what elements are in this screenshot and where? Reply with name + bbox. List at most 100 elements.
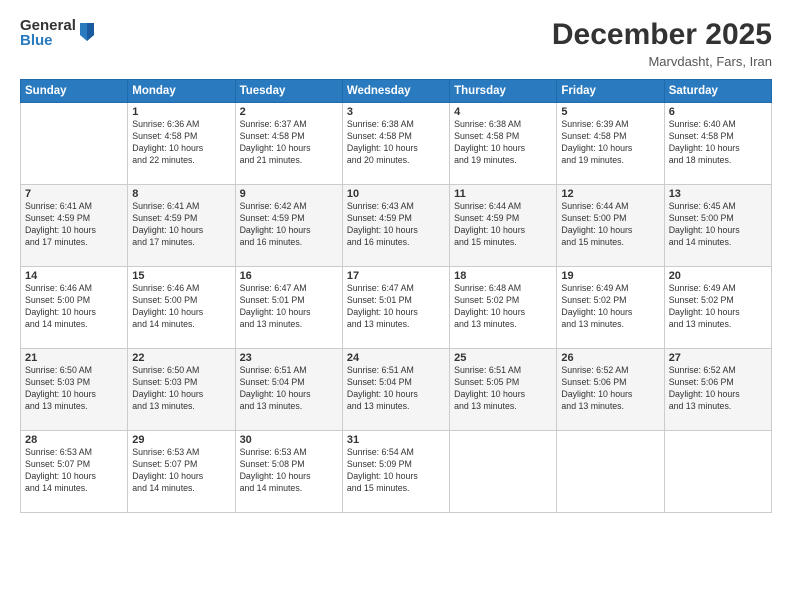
day-info: Sunrise: 6:49 AM Sunset: 5:02 PM Dayligh… xyxy=(669,283,767,331)
header-thursday: Thursday xyxy=(450,80,557,103)
day-number: 11 xyxy=(454,188,552,200)
day-number: 21 xyxy=(25,352,123,364)
day-info: Sunrise: 6:53 AM Sunset: 5:08 PM Dayligh… xyxy=(240,447,338,495)
calendar-cell: 25Sunrise: 6:51 AM Sunset: 5:05 PM Dayli… xyxy=(450,349,557,431)
calendar-cell: 29Sunrise: 6:53 AM Sunset: 5:07 PM Dayli… xyxy=(128,431,235,513)
day-number: 1 xyxy=(132,106,230,118)
day-info: Sunrise: 6:40 AM Sunset: 4:58 PM Dayligh… xyxy=(669,119,767,167)
calendar-week-4: 21Sunrise: 6:50 AM Sunset: 5:03 PM Dayli… xyxy=(21,349,772,431)
day-info: Sunrise: 6:38 AM Sunset: 4:58 PM Dayligh… xyxy=(454,119,552,167)
logo: General Blue xyxy=(20,18,96,48)
day-info: Sunrise: 6:47 AM Sunset: 5:01 PM Dayligh… xyxy=(240,283,338,331)
day-info: Sunrise: 6:53 AM Sunset: 5:07 PM Dayligh… xyxy=(25,447,123,495)
day-number: 9 xyxy=(240,188,338,200)
day-number: 10 xyxy=(347,188,445,200)
day-info: Sunrise: 6:50 AM Sunset: 5:03 PM Dayligh… xyxy=(25,365,123,413)
day-info: Sunrise: 6:37 AM Sunset: 4:58 PM Dayligh… xyxy=(240,119,338,167)
day-info: Sunrise: 6:36 AM Sunset: 4:58 PM Dayligh… xyxy=(132,119,230,167)
day-number: 25 xyxy=(454,352,552,364)
day-number: 5 xyxy=(561,106,659,118)
day-number: 7 xyxy=(25,188,123,200)
day-info: Sunrise: 6:53 AM Sunset: 5:07 PM Dayligh… xyxy=(132,447,230,495)
header-sunday: Sunday xyxy=(21,80,128,103)
day-info: Sunrise: 6:43 AM Sunset: 4:59 PM Dayligh… xyxy=(347,201,445,249)
day-info: Sunrise: 6:46 AM Sunset: 5:00 PM Dayligh… xyxy=(132,283,230,331)
header-monday: Monday xyxy=(128,80,235,103)
day-number: 4 xyxy=(454,106,552,118)
day-number: 27 xyxy=(669,352,767,364)
day-info: Sunrise: 6:52 AM Sunset: 5:06 PM Dayligh… xyxy=(669,365,767,413)
day-info: Sunrise: 6:54 AM Sunset: 5:09 PM Dayligh… xyxy=(347,447,445,495)
calendar-cell: 9Sunrise: 6:42 AM Sunset: 4:59 PM Daylig… xyxy=(235,185,342,267)
day-number: 3 xyxy=(347,106,445,118)
calendar-cell: 28Sunrise: 6:53 AM Sunset: 5:07 PM Dayli… xyxy=(21,431,128,513)
day-info: Sunrise: 6:44 AM Sunset: 4:59 PM Dayligh… xyxy=(454,201,552,249)
calendar-cell: 18Sunrise: 6:48 AM Sunset: 5:02 PM Dayli… xyxy=(450,267,557,349)
day-number: 19 xyxy=(561,270,659,282)
day-info: Sunrise: 6:48 AM Sunset: 5:02 PM Dayligh… xyxy=(454,283,552,331)
day-info: Sunrise: 6:50 AM Sunset: 5:03 PM Dayligh… xyxy=(132,365,230,413)
calendar-cell: 24Sunrise: 6:51 AM Sunset: 5:04 PM Dayli… xyxy=(342,349,449,431)
day-info: Sunrise: 6:39 AM Sunset: 4:58 PM Dayligh… xyxy=(561,119,659,167)
logo-icon xyxy=(78,21,96,43)
calendar-cell xyxy=(664,431,771,513)
calendar-cell: 30Sunrise: 6:53 AM Sunset: 5:08 PM Dayli… xyxy=(235,431,342,513)
calendar-cell: 27Sunrise: 6:52 AM Sunset: 5:06 PM Dayli… xyxy=(664,349,771,431)
title-block: December 2025 Marvdasht, Fars, Iran xyxy=(552,18,772,69)
day-number: 22 xyxy=(132,352,230,364)
calendar-page: General Blue December 2025 Marvdasht, Fa… xyxy=(0,0,792,612)
calendar-cell xyxy=(21,103,128,185)
calendar-cell: 20Sunrise: 6:49 AM Sunset: 5:02 PM Dayli… xyxy=(664,267,771,349)
day-number: 15 xyxy=(132,270,230,282)
day-info: Sunrise: 6:42 AM Sunset: 4:59 PM Dayligh… xyxy=(240,201,338,249)
calendar-cell: 13Sunrise: 6:45 AM Sunset: 5:00 PM Dayli… xyxy=(664,185,771,267)
day-number: 30 xyxy=(240,434,338,446)
calendar-week-1: 1Sunrise: 6:36 AM Sunset: 4:58 PM Daylig… xyxy=(21,103,772,185)
day-number: 6 xyxy=(669,106,767,118)
logo-general: General xyxy=(20,18,76,33)
day-number: 26 xyxy=(561,352,659,364)
calendar-cell: 17Sunrise: 6:47 AM Sunset: 5:01 PM Dayli… xyxy=(342,267,449,349)
day-number: 14 xyxy=(25,270,123,282)
day-number: 28 xyxy=(25,434,123,446)
calendar-cell: 6Sunrise: 6:40 AM Sunset: 4:58 PM Daylig… xyxy=(664,103,771,185)
day-number: 18 xyxy=(454,270,552,282)
day-info: Sunrise: 6:52 AM Sunset: 5:06 PM Dayligh… xyxy=(561,365,659,413)
calendar-cell: 3Sunrise: 6:38 AM Sunset: 4:58 PM Daylig… xyxy=(342,103,449,185)
header-friday: Friday xyxy=(557,80,664,103)
weekday-header-row: Sunday Monday Tuesday Wednesday Thursday… xyxy=(21,80,772,103)
header-saturday: Saturday xyxy=(664,80,771,103)
day-info: Sunrise: 6:49 AM Sunset: 5:02 PM Dayligh… xyxy=(561,283,659,331)
day-number: 2 xyxy=(240,106,338,118)
calendar-cell: 21Sunrise: 6:50 AM Sunset: 5:03 PM Dayli… xyxy=(21,349,128,431)
calendar-cell: 15Sunrise: 6:46 AM Sunset: 5:00 PM Dayli… xyxy=(128,267,235,349)
header-wednesday: Wednesday xyxy=(342,80,449,103)
header-tuesday: Tuesday xyxy=(235,80,342,103)
day-number: 17 xyxy=(347,270,445,282)
calendar-table: Sunday Monday Tuesday Wednesday Thursday… xyxy=(20,79,772,513)
calendar-cell: 7Sunrise: 6:41 AM Sunset: 4:59 PM Daylig… xyxy=(21,185,128,267)
calendar-cell xyxy=(450,431,557,513)
day-info: Sunrise: 6:44 AM Sunset: 5:00 PM Dayligh… xyxy=(561,201,659,249)
header: General Blue December 2025 Marvdasht, Fa… xyxy=(20,18,772,69)
day-info: Sunrise: 6:41 AM Sunset: 4:59 PM Dayligh… xyxy=(25,201,123,249)
calendar-cell: 8Sunrise: 6:41 AM Sunset: 4:59 PM Daylig… xyxy=(128,185,235,267)
day-number: 8 xyxy=(132,188,230,200)
logo-blue: Blue xyxy=(20,33,76,48)
day-info: Sunrise: 6:41 AM Sunset: 4:59 PM Dayligh… xyxy=(132,201,230,249)
day-number: 13 xyxy=(669,188,767,200)
day-info: Sunrise: 6:46 AM Sunset: 5:00 PM Dayligh… xyxy=(25,283,123,331)
calendar-cell: 4Sunrise: 6:38 AM Sunset: 4:58 PM Daylig… xyxy=(450,103,557,185)
calendar-cell: 10Sunrise: 6:43 AM Sunset: 4:59 PM Dayli… xyxy=(342,185,449,267)
calendar-cell: 31Sunrise: 6:54 AM Sunset: 5:09 PM Dayli… xyxy=(342,431,449,513)
day-number: 16 xyxy=(240,270,338,282)
day-info: Sunrise: 6:51 AM Sunset: 5:04 PM Dayligh… xyxy=(347,365,445,413)
calendar-cell: 26Sunrise: 6:52 AM Sunset: 5:06 PM Dayli… xyxy=(557,349,664,431)
logo-text: General Blue xyxy=(20,18,76,48)
calendar-cell: 2Sunrise: 6:37 AM Sunset: 4:58 PM Daylig… xyxy=(235,103,342,185)
day-info: Sunrise: 6:45 AM Sunset: 5:00 PM Dayligh… xyxy=(669,201,767,249)
calendar-week-3: 14Sunrise: 6:46 AM Sunset: 5:00 PM Dayli… xyxy=(21,267,772,349)
calendar-cell: 22Sunrise: 6:50 AM Sunset: 5:03 PM Dayli… xyxy=(128,349,235,431)
month-year: December 2025 xyxy=(552,18,772,52)
day-info: Sunrise: 6:38 AM Sunset: 4:58 PM Dayligh… xyxy=(347,119,445,167)
